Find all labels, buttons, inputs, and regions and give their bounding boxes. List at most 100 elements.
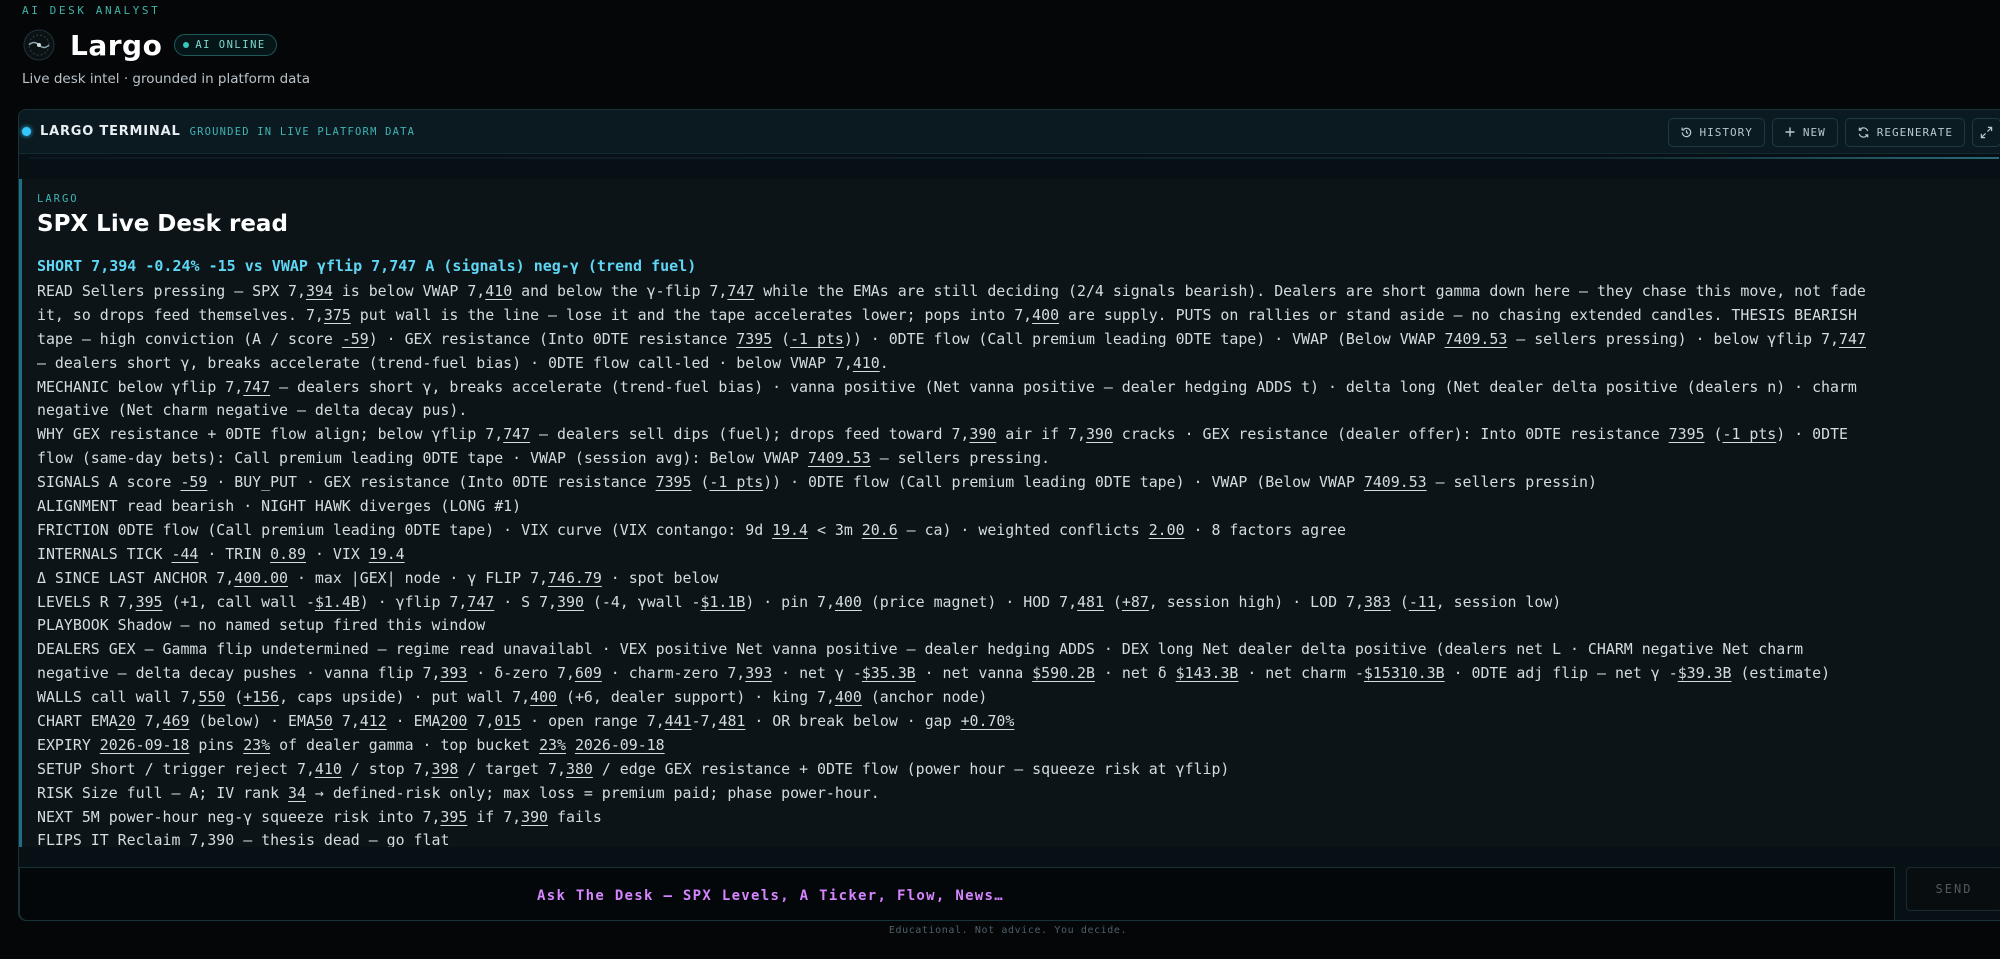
terminal-title: LARGO TERMINAL [40, 124, 181, 139]
underlined-value: 410 [852, 353, 880, 372]
underlined-value: 015 [494, 712, 522, 731]
underlined-value: 481 [1077, 592, 1104, 611]
message-line: CHART EMA20 7,469 (below) · EMA50 7,412 … [37, 712, 1015, 731]
underlined-value: 394 [305, 282, 333, 300]
underlined-value: 7395 [655, 473, 692, 492]
underlined-value: -59 [341, 329, 369, 348]
underlined-value: 7409.53 [807, 449, 871, 468]
message-line: — dealers short γ, breaks accelerate (tr… [37, 353, 889, 372]
disclaimer: Educational. Not advice. You decide. [888, 925, 1128, 936]
underlined-value: 390 [557, 592, 584, 611]
underlined-value: 747 [1839, 329, 1866, 348]
ai-status-badge: AI ONLINE [174, 34, 277, 56]
underlined-value: 746.79 [548, 568, 602, 587]
underlined-value: 50 [314, 712, 333, 731]
status-dot-icon [183, 42, 190, 48]
underlined-value: 400 [834, 592, 862, 611]
message-line: WHY GEX resistance + 0DTE flow align; be… [37, 425, 1849, 444]
underlined-value: $35.3B [861, 664, 916, 683]
message-line: READ Sellers pressing — SPX 7,394 is bel… [37, 282, 1866, 300]
message-line: MECHANIC below γflip 7,747 — dealers sho… [37, 377, 1857, 396]
history-button[interactable]: HISTORY [1667, 117, 1765, 147]
message-line: tape — high conviction (A / score -59) ·… [37, 329, 1866, 348]
underlined-value: $1.4B [314, 592, 360, 611]
expand-button[interactable] [1972, 117, 2000, 147]
underlined-value: 0.89 [270, 544, 306, 563]
message-line: SETUP Short / trigger reject 7,410 / sto… [37, 759, 1230, 778]
brand-row: Largo AI ONLINE [22, 26, 277, 64]
underlined-value: 400 [530, 688, 558, 707]
underlined-value: 390 [969, 425, 997, 444]
underlined-value: 469 [162, 712, 190, 731]
underlined-value: -1 pts [1722, 425, 1777, 444]
underlined-value: 7395 [736, 329, 773, 348]
message-body: READ Sellers pressing — SPX 7,394 is bel… [37, 280, 1997, 847]
regenerate-button-label: REGENERATE [1876, 125, 1953, 139]
history-button-label: HISTORY [1699, 125, 1753, 139]
underlined-value: $1.1B [700, 592, 746, 611]
underlined-value: 7409.53 [1444, 329, 1508, 348]
terminal-subtitle: GROUNDED IN LIVE PLATFORM DATA [189, 125, 416, 138]
underlined-value: 609 [574, 664, 602, 683]
underlined-value: 481 [718, 712, 746, 731]
underlined-value: 2.00 [1148, 520, 1185, 539]
message-line: FRICTION 0DTE flow (Call premium leading… [37, 520, 1346, 539]
underlined-value: 200 [440, 712, 468, 731]
message-line: FLIPS IT Reclaim 7,390 — thesis dead — g… [37, 829, 1997, 847]
message-line: NEXT 5M power-hour neg-γ squeeze risk in… [37, 807, 602, 826]
plus-icon [1785, 127, 1795, 137]
underlined-value: 747 [467, 592, 495, 611]
underlined-value: 390 [1085, 425, 1113, 444]
underlined-value: 393 [745, 664, 773, 683]
underlined-value: 400.00 [234, 568, 289, 587]
underlined-value: 400 [1032, 305, 1060, 324]
message-line: ALIGNMENT read bearish · NIGHT HAWK dive… [37, 497, 522, 516]
composer [19, 867, 1895, 921]
regenerate-button[interactable]: REGENERATE [1844, 117, 1965, 147]
underlined-value: 410 [314, 759, 342, 778]
underlined-value: 2026-09-18 [99, 735, 190, 754]
underlined-value: 395 [440, 807, 468, 826]
underlined-value: 747 [503, 425, 531, 444]
underlined-value: 7409.53 [1363, 473, 1427, 492]
message-line: DEALERS GEX — Gamma flip undetermined — … [37, 640, 1804, 659]
underlined-value: +156 [243, 688, 280, 707]
underlined-value: 375 [323, 305, 351, 324]
underlined-value: -11 [1408, 592, 1436, 611]
terminal-actions: HISTORY NEW REGENERATE [1661, 110, 2000, 154]
largo-logo-icon [23, 29, 55, 61]
eyebrow-label: AI DESK ANALYST [22, 4, 161, 17]
underlined-value: $143.3B [1175, 664, 1239, 683]
ai-status-text: AI ONLINE [195, 39, 266, 51]
expand-icon [1980, 126, 1993, 138]
underlined-value: 747 [727, 282, 755, 300]
underlined-value: 400 [834, 688, 862, 707]
underlined-value: 398 [431, 759, 459, 778]
send-button[interactable]: SEND [1906, 867, 2000, 911]
underlined-value: -44 [171, 544, 199, 563]
message-line: flow (same-day bets): Call premium leadi… [37, 449, 1051, 468]
ask-input[interactable] [20, 868, 1894, 920]
underlined-value: 34 [288, 783, 306, 802]
message-line: LEVELS R 7,395 (+1, call wall -$1.4B) · … [37, 592, 1562, 611]
underlined-value: 393 [440, 664, 468, 683]
terminal-header: LARGO TERMINAL GROUNDED IN LIVE PLATFORM… [19, 110, 2000, 154]
message-headline: SHORT 7,394 -0.24% -15 vs VWAP γflip 7,7… [37, 257, 697, 275]
underlined-value: 23% [243, 735, 271, 754]
new-button[interactable]: NEW [1771, 117, 1838, 147]
message-line: INTERNALS TICK -44 · TRIN 0.89 · VIX 19.… [37, 544, 405, 563]
message-line: it, so drops feed themselves. 7,375 put … [37, 305, 1857, 324]
underlined-value: 20 [117, 712, 136, 731]
live-indicator-icon [22, 127, 31, 136]
underlined-value: -1 pts [709, 473, 764, 492]
underlined-value: 412 [359, 712, 387, 731]
underlined-value: 23% [539, 735, 566, 754]
message-line: negative (Net charm negative — delta dec… [37, 401, 468, 420]
message-line: WALLS call wall 7,550 (+156, caps upside… [37, 688, 988, 707]
underlined-value: 390 [521, 807, 549, 826]
message-title: SPX Live Desk read [37, 211, 288, 237]
assistant-message[interactable]: LARGO SPX Live Desk read SHORT 7,394 -0.… [19, 179, 2000, 847]
underlined-value: 383 [1363, 592, 1391, 611]
message-line: Δ SINCE LAST ANCHOR 7,400.00 · max |GEX|… [37, 568, 719, 587]
underlined-value: +0.70% [960, 712, 1015, 731]
